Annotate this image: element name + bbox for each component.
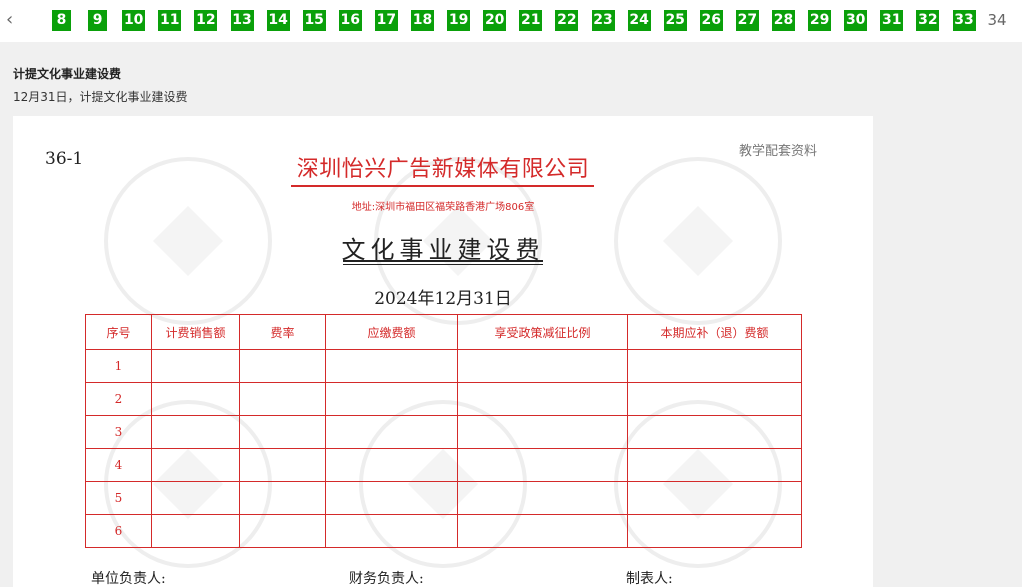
page-button-19[interactable]: 19 [447,10,471,31]
table-cell [239,382,326,416]
table-cell [325,481,458,515]
col-header-rate: 费率 [239,314,326,350]
page-button-24[interactable]: 24 [627,10,651,31]
page-button-27[interactable]: 27 [735,10,759,31]
page-button-16[interactable]: 16 [338,10,362,31]
document-code: 36-1 [45,149,84,169]
table-cell [151,382,240,416]
table-cell [325,448,458,482]
col-header-sales: 计费销售额 [151,314,240,350]
page-button-25[interactable]: 25 [663,10,687,31]
table-cell [627,382,802,416]
table-row: 2 [85,382,802,416]
table-row: 4 [85,448,802,482]
table-cell [457,514,628,548]
title-underline [343,260,543,262]
page-button-8[interactable]: 8 [52,10,71,31]
table-cell [627,415,802,449]
company-underline [291,185,594,187]
table-cell [457,349,628,383]
page-button-33[interactable]: 33 [952,10,976,31]
page-button-23[interactable]: 23 [591,10,615,31]
page-button-28[interactable]: 28 [772,10,795,31]
page-button-12[interactable]: 12 [194,10,218,31]
table-cell [627,448,802,482]
table-cell [239,349,326,383]
table-cell [325,382,458,416]
pagination-bar: ‹ 8 9 10 11 12 13 14 15 16 17 18 19 20 21 22 23 24 25 26 27… [0,0,1022,42]
table-cell [457,415,628,449]
question-title: 计提文化事业建设费 [13,67,122,81]
signature-unit-head: 单位负责人: [91,571,166,587]
page-button-22[interactable]: 22 [555,10,579,31]
page-button-32[interactable]: 32 [916,10,940,31]
col-header-refund: 本期应补（退）费额 [627,314,802,350]
table-cell [627,481,802,515]
table-header-row: 序号 计费销售额 费率 应缴费额 享受政策减征比例 本期应补（退）费额 [85,314,802,350]
table-cell [239,481,326,515]
document-date: 2024年12月31日 [374,289,512,309]
table-cell [325,415,458,449]
col-header-index: 序号 [85,314,152,350]
page-button-29[interactable]: 29 [808,10,832,31]
col-header-payable: 应缴费额 [325,314,458,350]
row-index: 3 [85,415,152,449]
page-button-15[interactable]: 15 [302,10,326,31]
row-index: 2 [85,382,152,416]
row-index: 4 [85,448,152,482]
table-cell [151,415,240,449]
page-button-20[interactable]: 20 [483,10,507,31]
table-cell [457,481,628,515]
fee-table: 序号 计费销售额 费率 应缴费额 享受政策减征比例 本期应补（退）费额 1234… [85,314,802,548]
table-cell [457,448,628,482]
page-button-21[interactable]: 21 [519,10,543,31]
table-cell [627,349,802,383]
page-button-14[interactable]: 14 [266,10,290,31]
company-name: 深圳怡兴广告新媒体有限公司 [296,157,590,182]
table-cell [239,415,326,449]
table-cell [325,349,458,383]
row-index: 6 [85,514,152,548]
current-page[interactable]: 34 [984,10,1010,31]
table-cell [151,514,240,548]
table-row: 6 [85,514,802,548]
company-address: 地址:深圳市福田区福荣路香港广场806室 [351,202,535,213]
page-button-9[interactable]: 9 [88,10,108,31]
table-row: 5 [85,481,802,515]
table-cell [627,514,802,548]
question-subtitle: 12月31日，计提文化事业建设费 [13,90,188,104]
table-cell [239,514,326,548]
page-button-26[interactable]: 26 [699,10,723,31]
table-row: 1 [85,349,802,383]
document-note: 教学配套资料 [739,144,818,159]
table-cell [151,481,240,515]
page-button-11[interactable]: 11 [158,10,182,31]
chevron-left-icon[interactable]: ‹ [6,9,22,31]
row-index: 5 [85,481,152,515]
table-cell [325,514,458,548]
signature-preparer: 制表人: [626,571,673,587]
table-cell [151,349,240,383]
page-button-10[interactable]: 10 [122,10,146,31]
document-image: 36-1 教学配套资料 深圳怡兴广告新媒体有限公司 地址:深圳市福田区福荣路香港… [13,116,873,587]
table-cell [151,448,240,482]
title-underline-2 [343,264,543,265]
page-button-18[interactable]: 18 [411,10,434,31]
table-cell [239,448,326,482]
page-button-31[interactable]: 31 [880,10,904,31]
page-button-30[interactable]: 30 [844,10,868,31]
col-header-reduction: 享受政策减征比例 [457,314,628,350]
row-index: 1 [85,349,152,383]
table-cell [457,382,628,416]
page-button-13[interactable]: 13 [230,10,254,31]
signature-finance-head: 财务负责人: [349,571,424,587]
page-button-17[interactable]: 17 [374,10,398,31]
table-row: 3 [85,415,802,449]
